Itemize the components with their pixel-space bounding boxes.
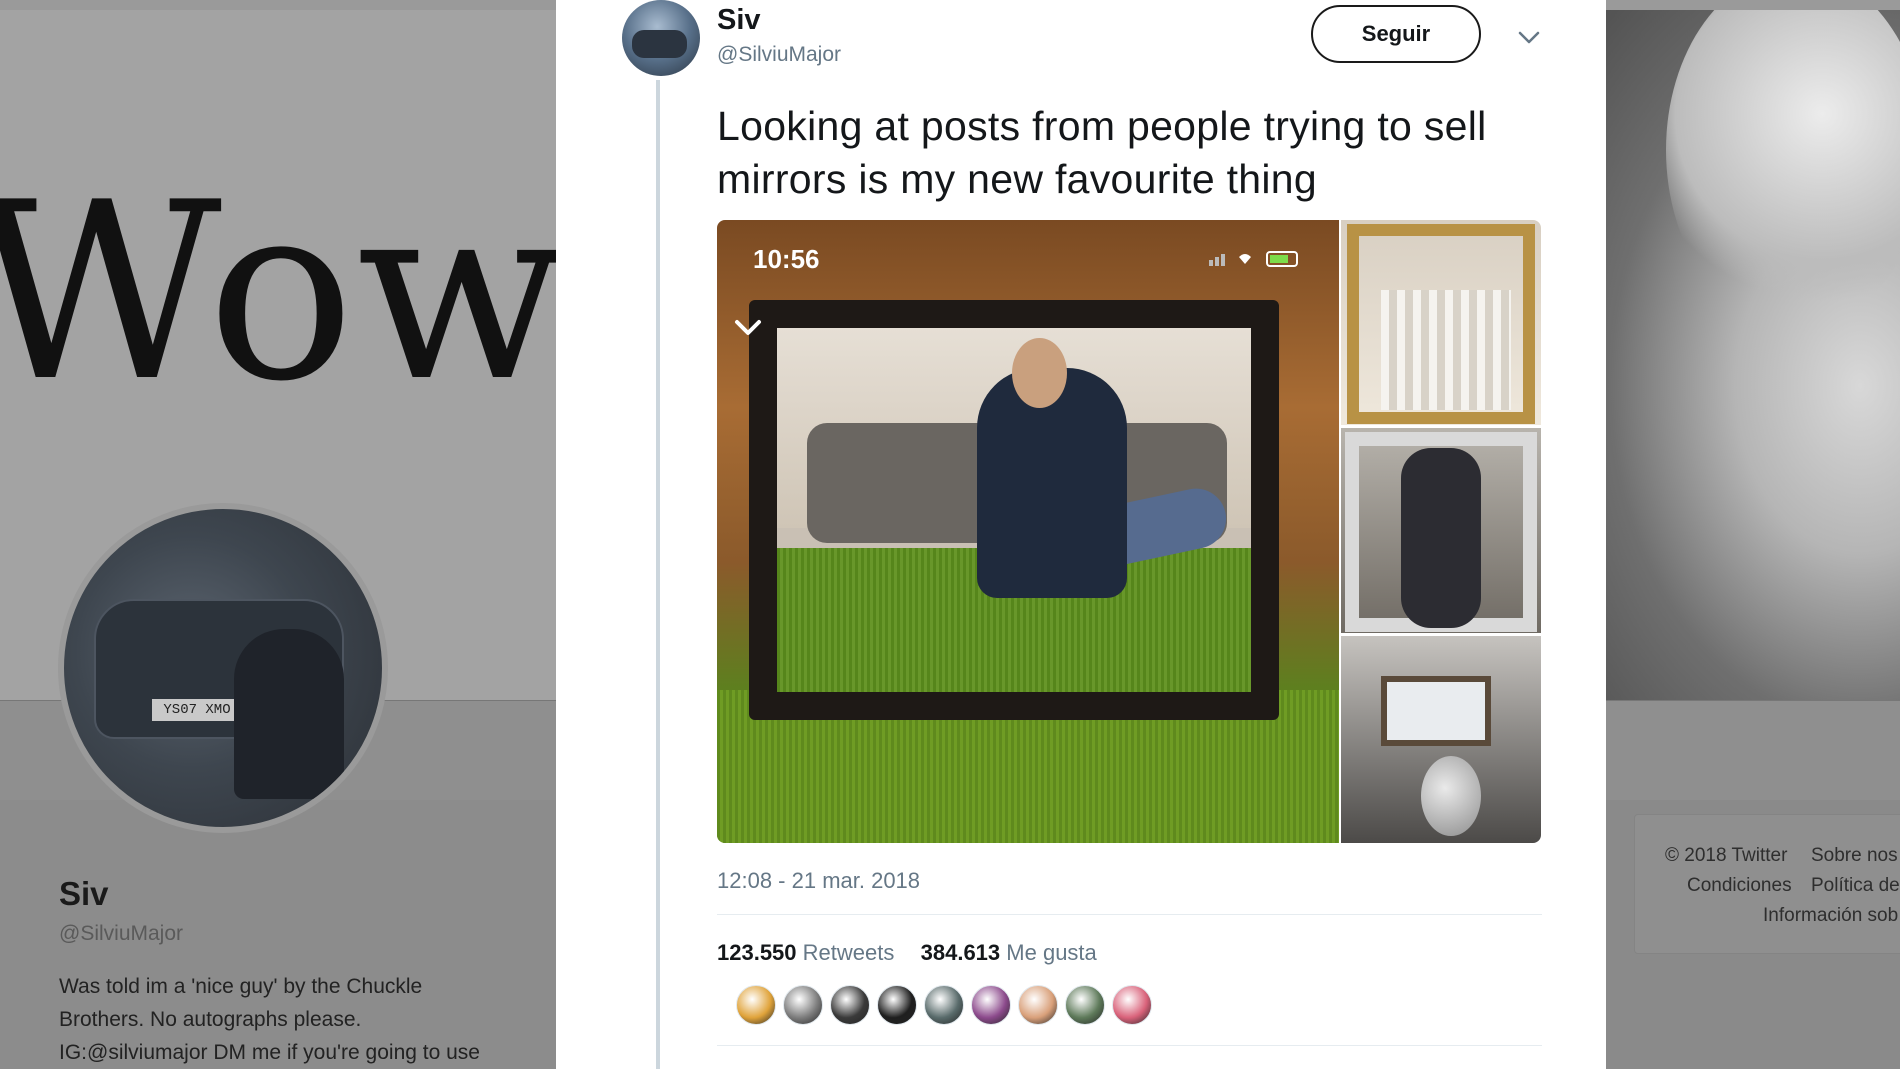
- liker-avatars: [736, 985, 1159, 1025]
- profile-bio: Was told im a 'nice guy' by the Chuckle …: [59, 970, 529, 1069]
- photo-status-bar: 10:56: [717, 220, 1339, 280]
- author-handle[interactable]: @SilviuMajor: [717, 43, 841, 67]
- car-plate: YS07 XMO: [152, 699, 242, 721]
- liker-avatar[interactable]: [736, 985, 776, 1025]
- liker-avatar[interactable]: [1065, 985, 1105, 1025]
- footer-link-about[interactable]: Sobre nos: [1811, 845, 1898, 867]
- liker-avatar[interactable]: [877, 985, 917, 1025]
- media-photo-thumb-3[interactable]: [1341, 636, 1541, 843]
- profile-avatar: YS07 XMO: [58, 503, 388, 833]
- tweet-timestamp[interactable]: 12:08 - 21 mar. 2018: [717, 868, 920, 894]
- footer-link-info[interactable]: Información sob: [1763, 905, 1898, 927]
- thread-line: [656, 80, 660, 1069]
- liker-avatar[interactable]: [971, 985, 1011, 1025]
- status-icons: [1209, 251, 1298, 267]
- media-photo-thumb-1[interactable]: [1341, 220, 1541, 425]
- liker-avatar[interactable]: [1018, 985, 1058, 1025]
- divider: [717, 1045, 1542, 1046]
- bio-line: IG:@silviumajor DM me if you're going to…: [59, 1041, 480, 1064]
- banner-wow-text: Wow: [0, 150, 556, 435]
- retweets-count[interactable]: 123.550: [717, 940, 797, 965]
- liker-avatar[interactable]: [1112, 985, 1152, 1025]
- divider: [717, 914, 1542, 915]
- follow-button[interactable]: Seguir: [1311, 5, 1481, 63]
- bio-line: Was told im a 'nice guy' by the Chuckle: [59, 975, 423, 998]
- photo-status-time: 10:56: [753, 244, 820, 274]
- screen: Wow YS07 XMO Siv @SilviuMajor Was told i…: [0, 0, 1900, 1069]
- tweet-modal: Siv @SilviuMajor Seguir Looking at posts…: [556, 0, 1606, 1069]
- footer-link-privacy[interactable]: Política de: [1811, 875, 1900, 897]
- banner-right-image: [1606, 10, 1900, 700]
- tweet-media-grid: 10:56: [717, 220, 1541, 843]
- likes-count[interactable]: 384.613: [921, 940, 1001, 965]
- author-name[interactable]: Siv: [717, 4, 761, 37]
- liker-avatar[interactable]: [783, 985, 823, 1025]
- retweets-label[interactable]: Retweets: [803, 940, 895, 965]
- liker-avatar[interactable]: [830, 985, 870, 1025]
- author-avatar[interactable]: [622, 0, 700, 76]
- bio-line: Brothers. No autographs please.: [59, 1008, 362, 1031]
- media-photo-main[interactable]: 10:56: [717, 220, 1339, 843]
- footer-links: © 2018 Twitter Sobre nos Condiciones Pol…: [1634, 814, 1900, 954]
- footer-link-terms[interactable]: Condiciones: [1687, 875, 1792, 897]
- chevron-down-icon[interactable]: [1514, 22, 1544, 52]
- photo-chevron-icon: [735, 320, 761, 335]
- mirror-frame: [749, 300, 1279, 720]
- profile-name: Siv: [59, 875, 109, 912]
- liker-avatar[interactable]: [924, 985, 964, 1025]
- likes-label[interactable]: Me gusta: [1006, 940, 1097, 965]
- tweet-stats: 123.550 Retweets 384.613 Me gusta: [717, 940, 1097, 966]
- media-photo-thumb-2[interactable]: [1341, 428, 1541, 633]
- tweet-text: Looking at posts from people trying to s…: [717, 103, 1487, 202]
- footer-copyright: © 2018 Twitter: [1665, 845, 1788, 866]
- profile-handle: @SilviuMajor: [59, 922, 184, 945]
